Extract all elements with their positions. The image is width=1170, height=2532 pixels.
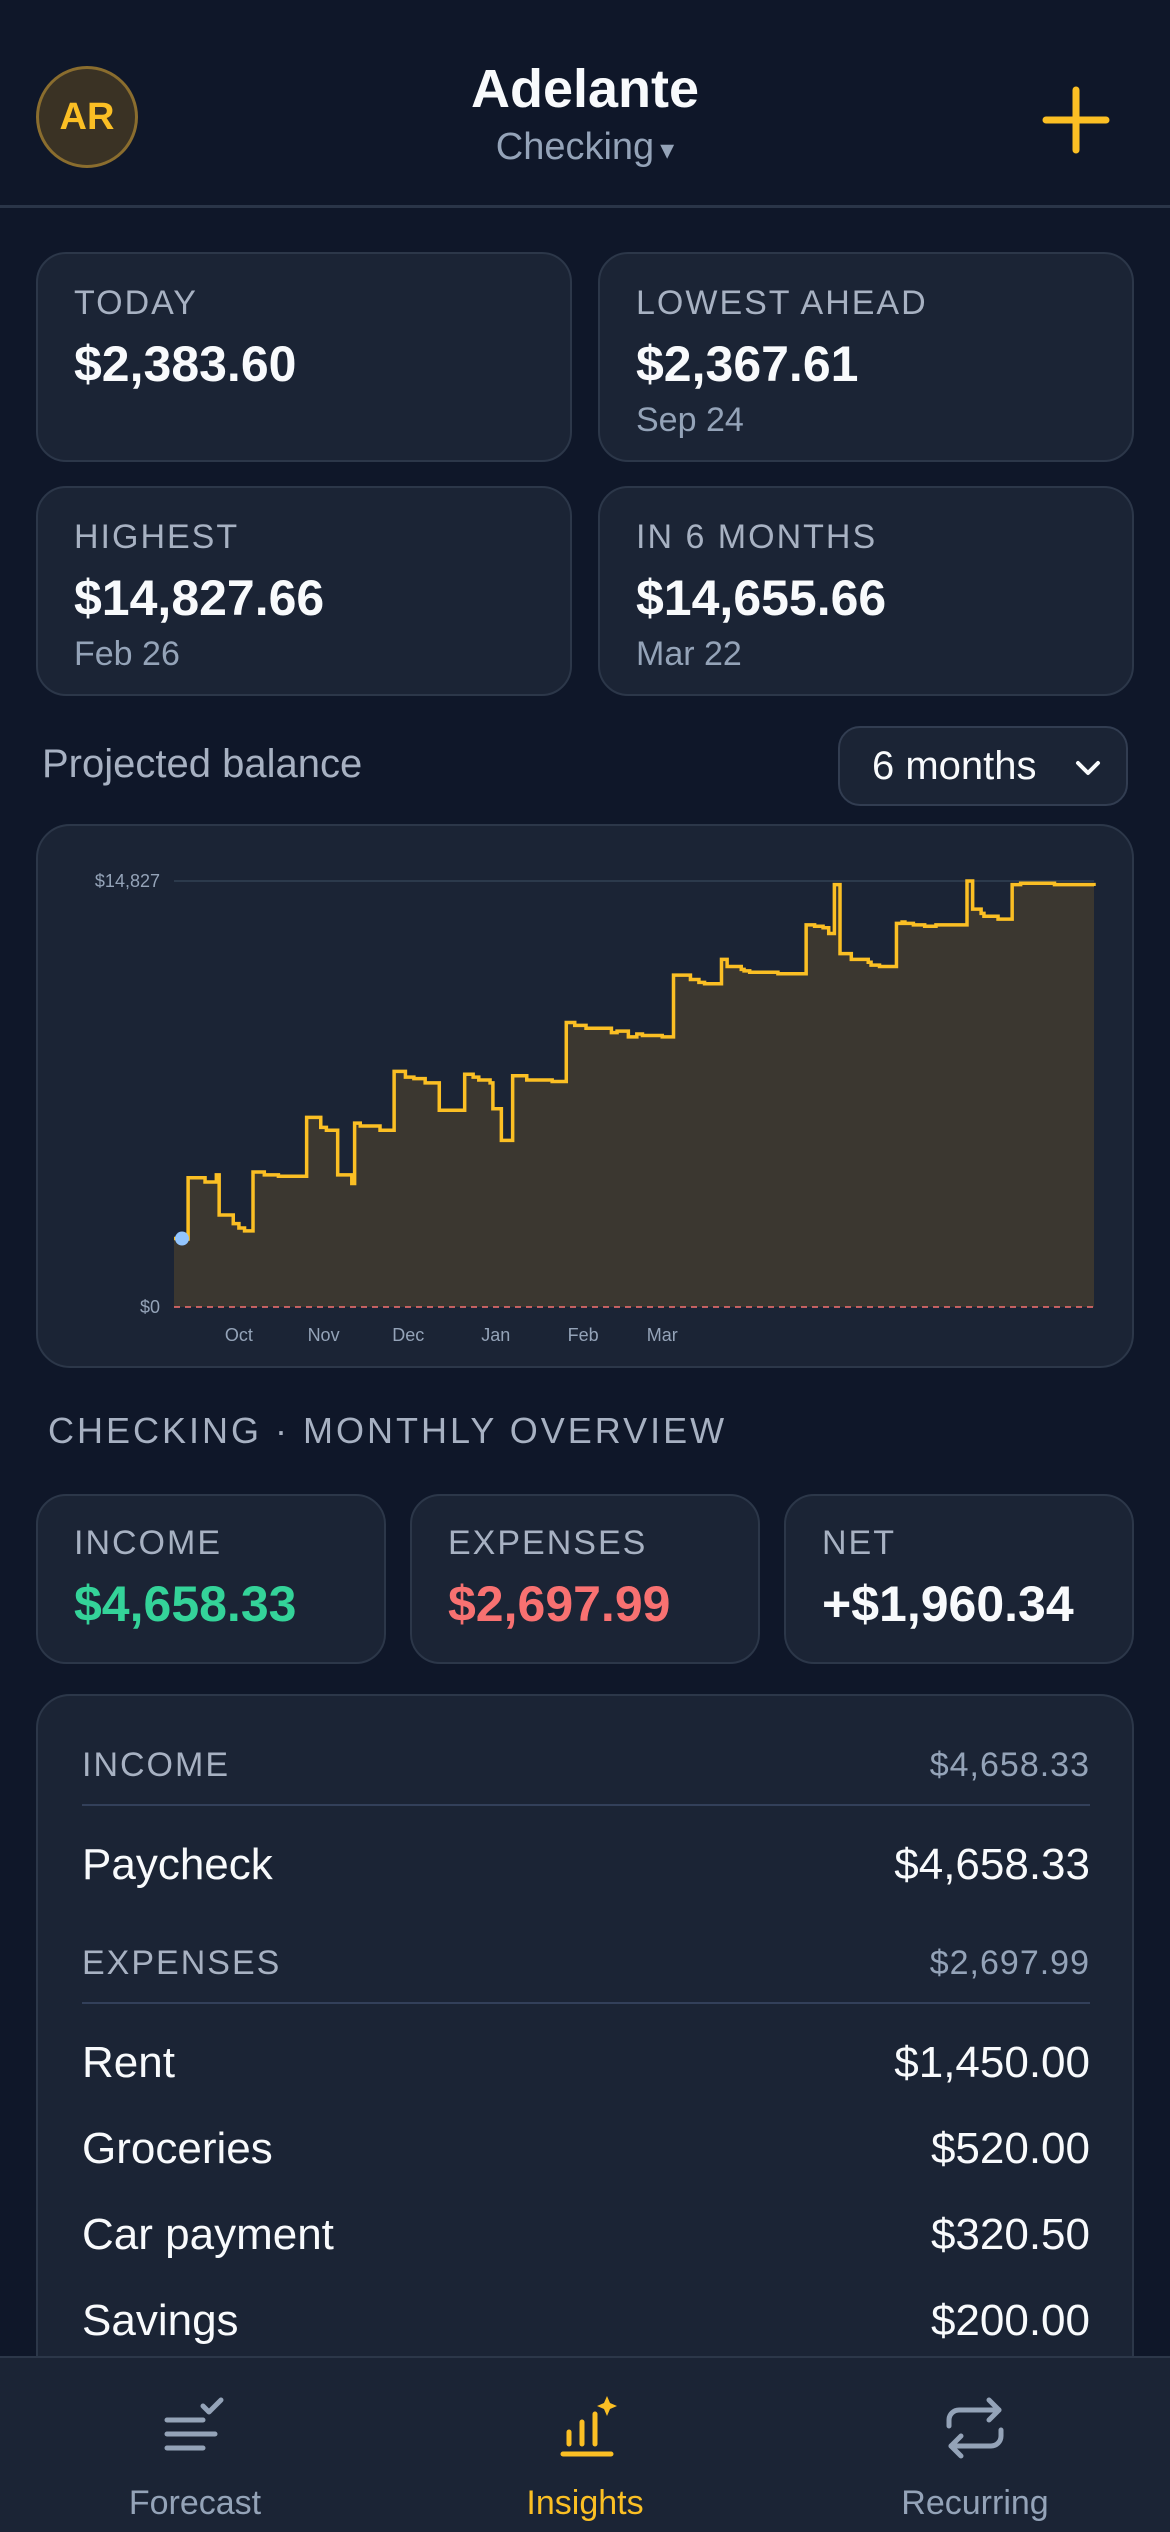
- monthly-overview-title: CHECKING · MONTHLY OVERVIEW: [48, 1410, 728, 1451]
- income-section-header: INCOME $4,658.33: [82, 1746, 1090, 1806]
- list-item[interactable]: Groceries $520.00: [82, 2124, 1090, 2174]
- tab-label: Insights: [526, 2484, 644, 2522]
- range-select-value: 6 months: [872, 743, 1037, 788]
- stat-date: Sep 24: [636, 401, 744, 439]
- chevron-down-icon: [1076, 761, 1100, 775]
- x-tick-label: Nov: [308, 1325, 340, 1345]
- stat-date: Feb 26: [74, 635, 180, 673]
- stat-label: TODAY: [74, 284, 198, 322]
- stat-label: IN 6 MONTHS: [636, 518, 878, 556]
- list-item[interactable]: Car payment $320.50: [82, 2210, 1090, 2260]
- tab-forecast[interactable]: Forecast: [0, 2358, 390, 2532]
- stat-value: $14,655.66: [636, 570, 887, 626]
- overview-expenses-value: $2,697.99: [448, 1576, 671, 1632]
- item-amount: $320.50: [930, 2210, 1090, 2259]
- account-picker[interactable]: Checking ▾: [0, 126, 1170, 169]
- balance-chart-svg: $14,827 $0 Oct Nov Dec Jan Feb Mar: [95, 871, 1096, 1345]
- stat-card-lowest-ahead: LOWEST AHEAD $2,367.61 Sep 24: [598, 252, 1134, 462]
- x-tick-label: Oct: [225, 1325, 253, 1345]
- y-tick-label: $0: [140, 1297, 160, 1317]
- item-name: Car payment: [82, 2210, 334, 2259]
- account-name: Checking: [495, 126, 655, 168]
- item-amount: $4,658.33: [894, 1840, 1090, 1889]
- stat-card-highest: HIGHEST $14,827.66 Feb 26: [36, 486, 572, 696]
- tab-label: Recurring: [901, 2484, 1049, 2522]
- x-tick-label: Dec: [392, 1325, 424, 1345]
- income-section-label: INCOME: [82, 1746, 230, 1784]
- stat-value: $14,827.66: [74, 570, 325, 626]
- overview-label: INCOME: [74, 1524, 222, 1562]
- app-root: AR Adelante Checking ▾ TODAY $2,383.60 LO…: [0, 0, 1170, 2532]
- stat-date: Mar 22: [636, 635, 742, 673]
- item-name: Rent: [82, 2038, 175, 2087]
- item-name: Savings: [82, 2296, 239, 2345]
- stat-label: LOWEST AHEAD: [636, 284, 928, 322]
- item-name: Paycheck: [82, 1840, 273, 1889]
- tab-insights[interactable]: Insights: [390, 2358, 780, 2532]
- stat-label: HIGHEST: [74, 518, 240, 556]
- expenses-section-label: EXPENSES: [82, 1944, 282, 1982]
- overview-net-card: NET +$1,960.34: [784, 1494, 1134, 1664]
- top-header: AR Adelante Checking ▾: [0, 0, 1170, 208]
- item-amount: $520.00: [930, 2124, 1090, 2173]
- item-amount: $200.00: [930, 2296, 1090, 2345]
- bar-chart-sparkle-icon: [560, 2396, 617, 2457]
- x-tick-label: Feb: [568, 1325, 599, 1345]
- page-title: Adelante: [470, 59, 700, 119]
- plus-icon[interactable]: [1040, 84, 1112, 156]
- balance-area: [174, 881, 1094, 1307]
- overview-label: NET: [822, 1524, 896, 1562]
- today-marker: [175, 1231, 189, 1246]
- x-tick-label: Mar: [647, 1325, 678, 1345]
- stat-value: $2,367.61: [636, 336, 859, 392]
- y-tick-label: $14,827: [95, 871, 160, 891]
- overview-expenses-card: EXPENSES $2,697.99: [410, 1494, 760, 1664]
- repeat-icon: [946, 2397, 1004, 2459]
- income-section-total: $4,658.33: [929, 1746, 1090, 1784]
- range-select[interactable]: 6 months: [838, 726, 1128, 806]
- overview-income-card: INCOME $4,658.33: [36, 1494, 386, 1664]
- overview-net-value: +$1,960.34: [822, 1576, 1074, 1632]
- stat-card-in-6-months: IN 6 MONTHS $14,655.66 Mar 22: [598, 486, 1134, 696]
- list-item[interactable]: Paycheck $4,658.33: [82, 1840, 1090, 1890]
- list-check-icon: [164, 2397, 224, 2451]
- list-item[interactable]: Savings $200.00: [82, 2296, 1090, 2346]
- expenses-section-total: $2,697.99: [929, 1944, 1090, 1982]
- overview-income-value: $4,658.33: [74, 1576, 297, 1632]
- projected-balance-label: Projected balance: [42, 742, 363, 786]
- stat-card-today: TODAY $2,383.60: [36, 252, 572, 462]
- tab-recurring[interactable]: Recurring: [780, 2358, 1170, 2532]
- stat-value: $2,383.60: [74, 336, 297, 392]
- tab-label: Forecast: [128, 2484, 262, 2522]
- bottom-tab-bar: Forecast Insights Recurring: [0, 2356, 1170, 2532]
- item-amount: $1,450.00: [894, 2038, 1090, 2087]
- overview-label: EXPENSES: [448, 1524, 648, 1562]
- caret-down-icon: ▾: [660, 134, 675, 165]
- list-item[interactable]: Rent $1,450.00: [82, 2038, 1090, 2088]
- balance-chart: $14,827 $0 Oct Nov Dec Jan Feb Mar: [36, 824, 1134, 1368]
- x-tick-label: Jan: [481, 1325, 510, 1345]
- item-name: Groceries: [82, 2124, 273, 2173]
- expenses-section-header: EXPENSES $2,697.99: [82, 1944, 1090, 2004]
